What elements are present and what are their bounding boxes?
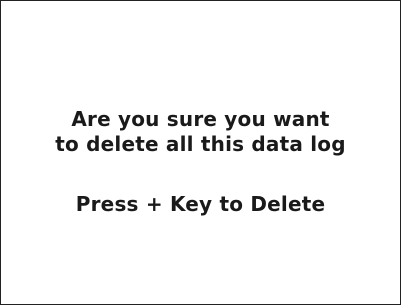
confirm-message-line-1: Are you sure you want — [71, 107, 330, 131]
confirm-delete-screen: Are you sure you want to delete all this… — [0, 0, 401, 305]
confirm-message-line-2: to delete all this data log — [55, 132, 346, 156]
delete-instruction: Press + Key to Delete — [75, 192, 326, 216]
